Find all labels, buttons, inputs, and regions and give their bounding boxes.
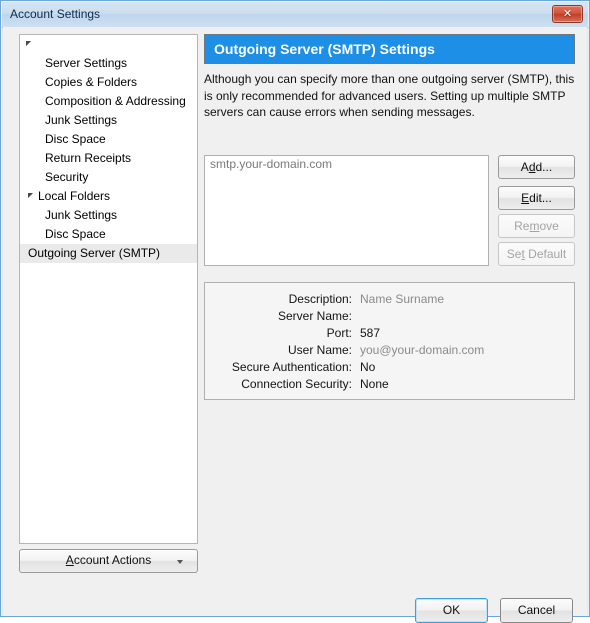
- sidebar-item-label: Copies & Folders: [45, 75, 138, 89]
- dialog-body: Server Settings Copies & Folders Compositi…: [3, 27, 587, 623]
- detail-label: Description:: [288, 292, 352, 306]
- sidebar-item-label: Local Folders: [38, 189, 111, 203]
- sidebar-item-junk-settings[interactable]: Junk Settings: [20, 111, 197, 130]
- sidebar-item-junk-settings[interactable]: Junk Settings: [20, 206, 197, 225]
- sidebar-item-root[interactable]: [20, 35, 197, 54]
- sidebar-item-label: Server Settings: [45, 56, 128, 70]
- detail-value: No: [360, 360, 376, 374]
- sidebar-item-disc-space[interactable]: Disc Space: [20, 130, 197, 149]
- sidebar-item-security[interactable]: Security: [20, 168, 197, 187]
- sidebar-item-disc-space[interactable]: Disc Space: [20, 225, 197, 244]
- sidebar-item-return-receipts[interactable]: Return Receipts: [20, 149, 197, 168]
- add-button[interactable]: Add...: [498, 155, 575, 179]
- sidebar-item-label: Disc Space: [45, 132, 106, 146]
- sidebar-item-label: Outgoing Server (SMTP): [28, 246, 161, 260]
- account-settings-dialog: Account Settings ✕ Server Settings Copies…: [0, 0, 590, 623]
- account-tree[interactable]: Server Settings Copies & Folders Compositi…: [19, 34, 198, 544]
- close-button[interactable]: ✕: [552, 5, 583, 23]
- chevron-down-icon: [177, 560, 183, 564]
- close-icon: ✕: [562, 7, 573, 20]
- detail-label: Connection Security:: [241, 377, 352, 391]
- detail-row: Description: Name Surname: [205, 291, 574, 308]
- detail-label: Server Name:: [277, 309, 352, 323]
- detail-label: Port:: [326, 326, 352, 340]
- detail-row: Port: 587: [205, 325, 574, 342]
- sidebar-item-label: Composition & Addressing: [45, 94, 186, 108]
- expand-triangle-icon[interactable]: [26, 40, 35, 49]
- pane-header: Outgoing Server (SMTP) Settings: [204, 34, 575, 64]
- smtp-server-list[interactable]: smtp.your-domain.com: [204, 155, 489, 266]
- sidebar-item-local-folders[interactable]: Local Folders: [20, 187, 197, 206]
- sidebar-item-composition-addressing[interactable]: Composition & Addressing: [20, 92, 197, 111]
- sidebar-item-copies-folders[interactable]: Copies & Folders: [20, 73, 197, 92]
- sidebar-item-label: Security: [45, 170, 89, 184]
- account-actions-label: Account Actions: [65, 553, 152, 567]
- detail-row: Server Name:: [205, 308, 574, 325]
- sidebar-item-label: Junk Settings: [45, 208, 118, 222]
- expand-triangle-icon[interactable]: [28, 192, 37, 201]
- detail-value: you@your-domain.com: [360, 343, 485, 357]
- set-default-button: Set Default: [498, 242, 575, 266]
- account-actions-button[interactable]: Account Actions: [19, 549, 198, 573]
- detail-value: 587: [360, 326, 381, 340]
- sidebar-item-label: Disc Space: [45, 227, 106, 241]
- detail-row: Secure Authentication: No: [205, 359, 574, 376]
- cancel-button[interactable]: Cancel: [500, 598, 573, 623]
- detail-value: None: [360, 377, 389, 391]
- list-item[interactable]: smtp.your-domain.com: [205, 156, 488, 173]
- detail-row: User Name: you@your-domain.com: [205, 342, 574, 359]
- sidebar-item-label: Return Receipts: [45, 151, 132, 165]
- ok-button[interactable]: OK: [415, 598, 488, 623]
- pane-description: Although you can specify more than one o…: [204, 72, 575, 119]
- sidebar-item-label: Junk Settings: [45, 113, 118, 127]
- page-title: Outgoing Server (SMTP) Settings: [214, 41, 435, 57]
- detail-value: Name Surname: [360, 292, 445, 306]
- window-title: Account Settings: [10, 7, 101, 21]
- detail-row: Connection Security: None: [205, 376, 574, 393]
- title-bar: Account Settings ✕: [2, 2, 588, 28]
- detail-label: User Name:: [287, 343, 352, 357]
- sidebar-item-outgoing-server-smtp[interactable]: Outgoing Server (SMTP): [20, 244, 197, 263]
- detail-label: Secure Authentication:: [231, 360, 352, 374]
- remove-button: Remove: [498, 214, 575, 238]
- edit-button[interactable]: Edit...: [498, 186, 575, 210]
- sidebar-item-server-settings[interactable]: Server Settings: [20, 54, 197, 73]
- smtp-details-panel: Description: Name Surname Server Name: Port…: [204, 282, 575, 400]
